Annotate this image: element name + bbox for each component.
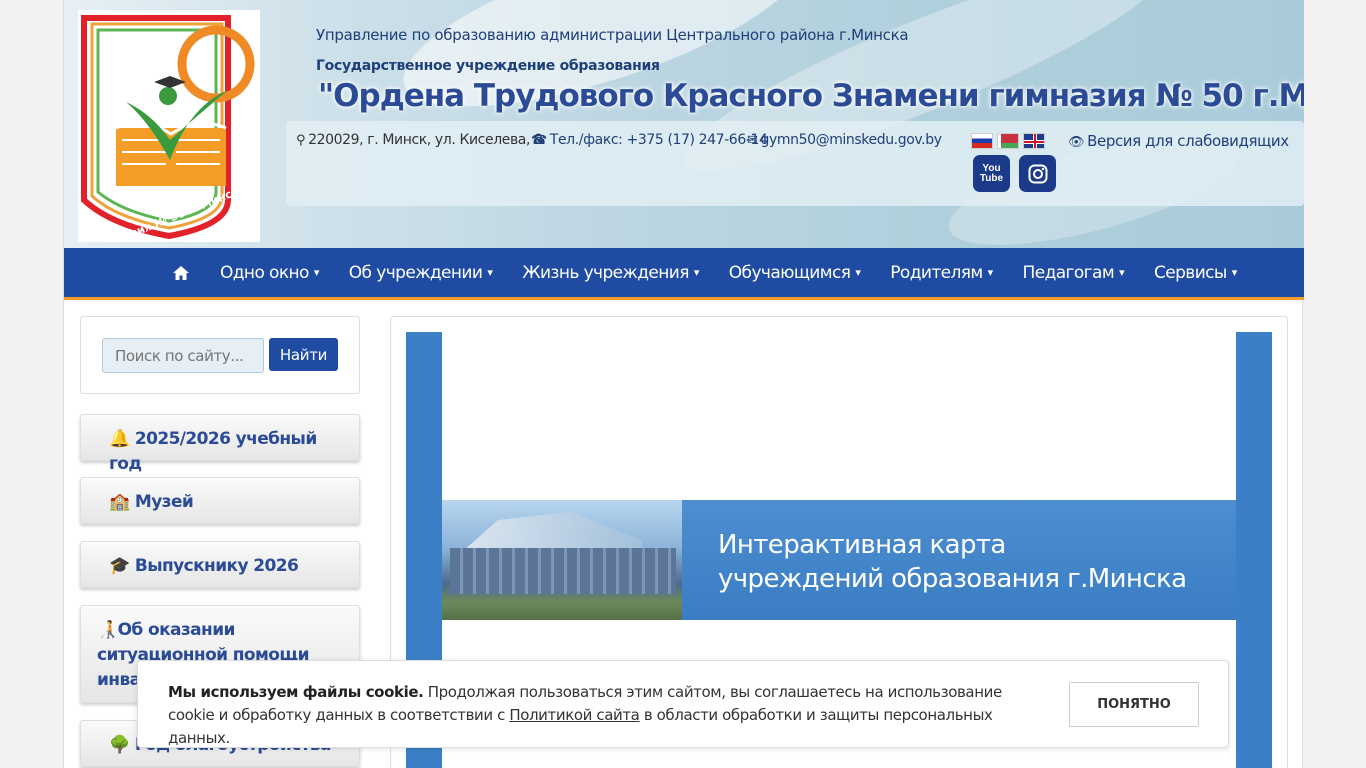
- nav-item-obuchayushchimsya[interactable]: Обучающимся ▾: [729, 263, 861, 283]
- instagram-icon: [1028, 164, 1047, 183]
- cookie-bold: Мы используем файлы cookie.: [168, 683, 424, 701]
- nav-item-ob-uchrezhdenii[interactable]: Об учреждении ▾: [349, 263, 493, 283]
- org-type: Государственное учреждение образования: [316, 58, 660, 74]
- cookie-notice: Мы используем файлы cookie. Продолжая по…: [137, 660, 1229, 748]
- chevron-down-icon: ▾: [313, 266, 320, 279]
- banner-line-2: учреждений образования г.Минска: [718, 564, 1187, 594]
- youtube-icon: You Tube: [979, 162, 1004, 184]
- phone-link[interactable]: ☎ Тел./факс: +375 (17) 247-66-14: [531, 132, 768, 148]
- address: ⚲ 220029, г. Минск, ул. Киселева, 9: [296, 132, 543, 148]
- page-container: Гимназия № 50 г. Минска Управление по об…: [63, 0, 1304, 768]
- eye-icon: 👁: [1068, 135, 1085, 150]
- nav-item-zhizn[interactable]: Жизнь учреждения ▾: [522, 263, 699, 283]
- fax-icon: ☎: [531, 133, 547, 148]
- email-link[interactable]: ✉ gymn50@minskedu.gov.by: [747, 132, 942, 148]
- sidebar-item-school-year[interactable]: 🔔 2025/2026 учебный год: [80, 414, 360, 474]
- nav-item-roditelyam[interactable]: Родителям ▾: [890, 263, 994, 283]
- chevron-down-icon: ▾: [1119, 266, 1125, 279]
- flag-by-icon[interactable]: [997, 133, 1019, 149]
- chevron-down-icon: ▾: [487, 266, 493, 279]
- map-marker-icon: ⚲: [296, 133, 306, 148]
- vision-impaired-link[interactable]: 👁 Версия для слабовидящих: [1068, 132, 1289, 150]
- nav-item-pedagogam[interactable]: Педагогам ▾: [1023, 263, 1125, 283]
- banner-border: [1236, 332, 1272, 768]
- school-building-image: [442, 500, 682, 620]
- nav-item-servisy[interactable]: Сервисы ▾: [1154, 263, 1237, 283]
- flag-ru-icon[interactable]: [971, 133, 993, 149]
- page-title[interactable]: "Ордена Трудового Красного Знамени гимна…: [318, 78, 1304, 114]
- sidebar-item-museum[interactable]: 🏫 Музей: [80, 477, 360, 524]
- phone-text: Тел./факс: +375 (17) 247-66-14: [549, 132, 768, 148]
- site-header: Гимназия № 50 г. Минска Управление по об…: [64, 0, 1304, 248]
- chevron-down-icon: ▾: [987, 266, 994, 279]
- email-text: gymn50@minskedu.gov.by: [760, 132, 943, 148]
- org-line: Управление по образованию администрации …: [316, 26, 909, 44]
- privacy-policy-link[interactable]: Политикой сайта: [509, 706, 640, 724]
- search-input[interactable]: [102, 338, 264, 373]
- cookie-text: Мы используем файлы cookie. Продолжая по…: [168, 681, 1048, 750]
- vision-text: Версия для слабовидящих: [1087, 132, 1289, 150]
- banner-line-1: Интерактивная карта: [718, 530, 1006, 560]
- main-nav: Одно окно ▾ Об учреждении ▾ Жизнь учрежден…: [64, 248, 1304, 300]
- sidebar-item-graduate[interactable]: 🎓 Выпускнику 2026: [80, 541, 360, 588]
- flag-en-icon[interactable]: [1023, 133, 1045, 149]
- language-switcher: [971, 133, 1045, 149]
- school-logo[interactable]: Гимназия № 50 г. Минска: [78, 10, 260, 248]
- instagram-button[interactable]: [1019, 155, 1056, 192]
- chevron-down-icon: ▾: [1231, 266, 1238, 279]
- envelope-icon: ✉: [747, 133, 758, 148]
- home-icon[interactable]: [172, 265, 190, 281]
- chevron-down-icon: ▾: [855, 266, 861, 279]
- banner-title: Интерактивная карта учреждений образован…: [718, 528, 1187, 596]
- nav-item-odno-okno[interactable]: Одно окно ▾: [220, 263, 319, 283]
- chevron-down-icon: ▾: [693, 266, 700, 279]
- address-text: 220029, г. Минск, ул. Киселева, 9: [308, 132, 543, 148]
- youtube-button[interactable]: You Tube: [973, 155, 1010, 192]
- search-button[interactable]: Найти: [269, 338, 338, 371]
- search-box: Найти: [80, 316, 360, 394]
- accept-cookies-button[interactable]: ПОНЯТНО: [1069, 682, 1199, 727]
